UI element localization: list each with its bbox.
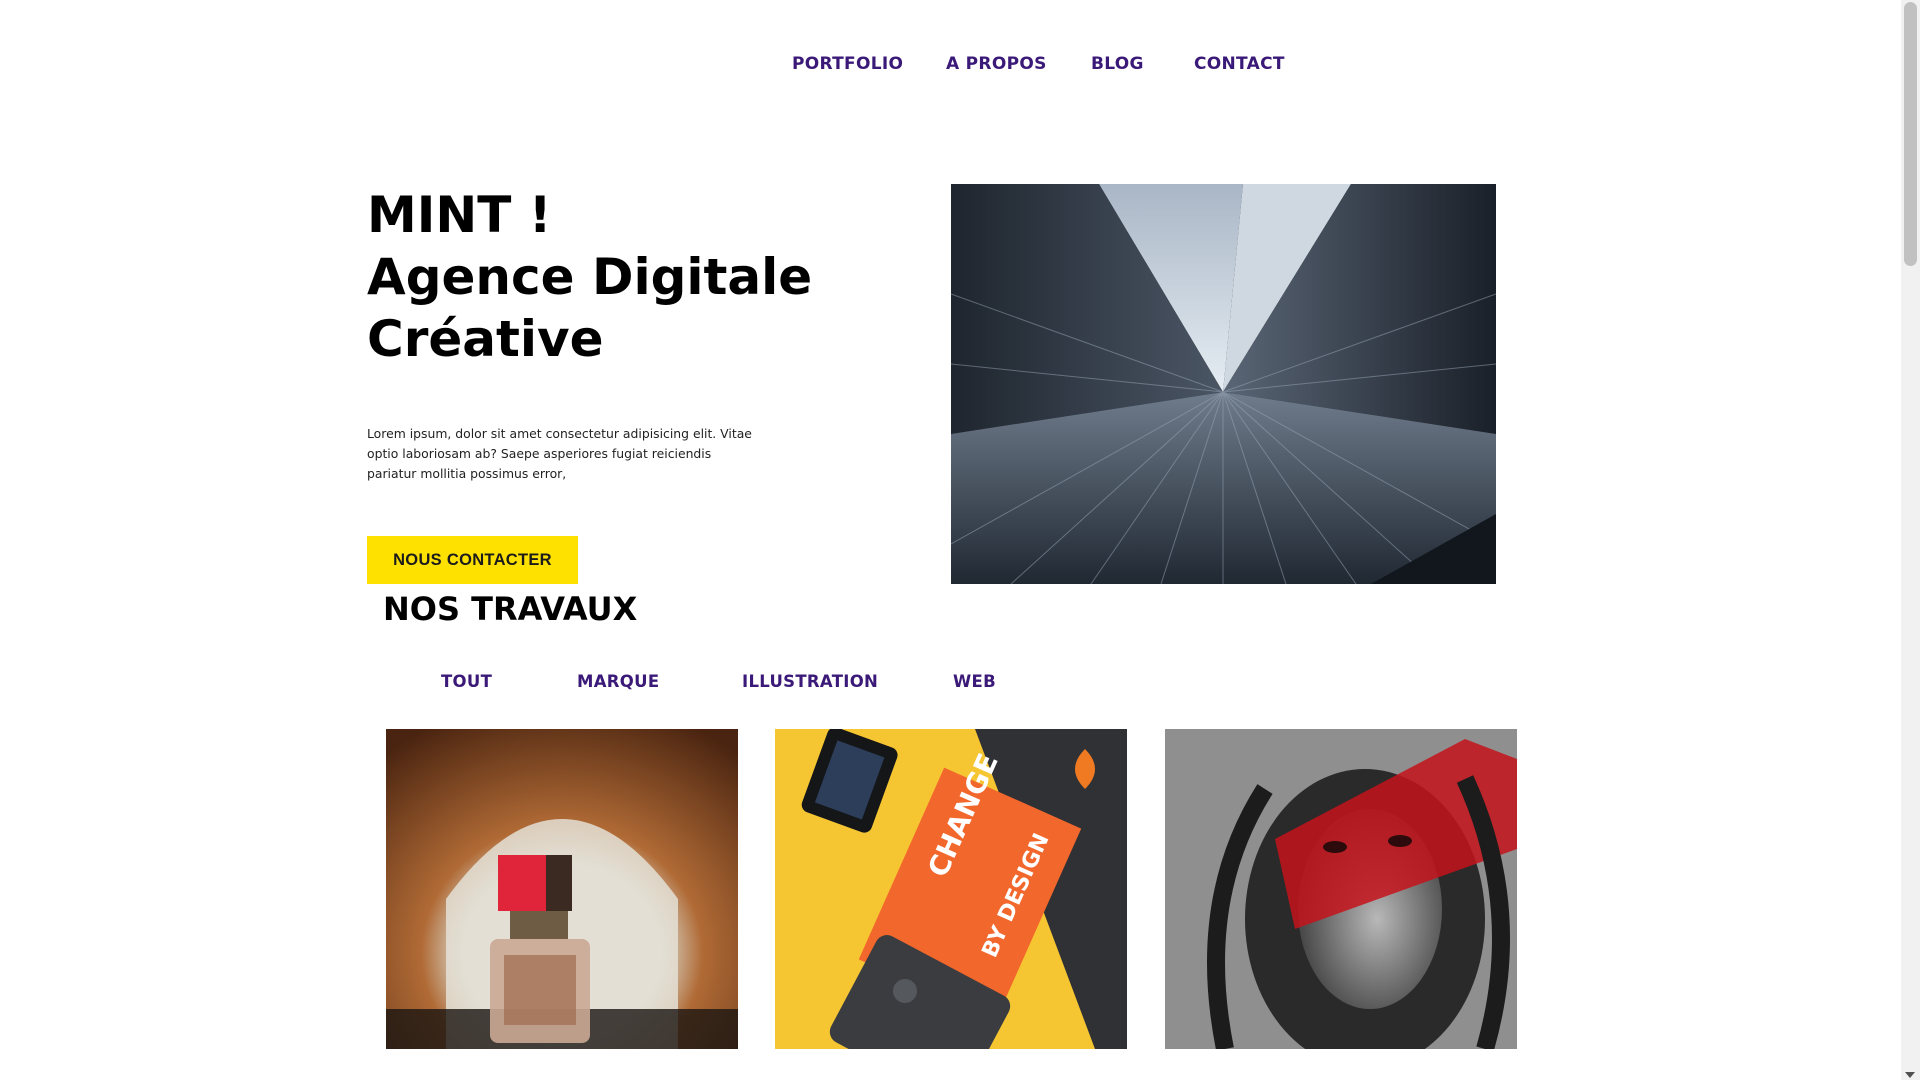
nav-item-portfolio[interactable]: PORTFOLIO bbox=[792, 54, 903, 74]
filter-marque[interactable]: MARQUE bbox=[577, 672, 659, 691]
filter-tout[interactable]: TOUT bbox=[441, 672, 492, 691]
nav-item-a-propos[interactable]: A PROPOS bbox=[946, 54, 1047, 74]
contact-us-button[interactable]: NOUS CONTACTER bbox=[367, 536, 578, 584]
nav-item-blog[interactable]: BLOG bbox=[1091, 54, 1144, 74]
hero-title-line-3: Créative bbox=[367, 310, 604, 368]
nav-item-contact[interactable]: CONTACT bbox=[1194, 54, 1285, 74]
hero-title-line-2: Agence Digitale bbox=[367, 248, 813, 306]
hero-description: Lorem ipsum, dolor sit amet consectetur … bbox=[367, 426, 752, 481]
scrollbar-thumb[interactable] bbox=[1904, 2, 1917, 266]
works-section-title: NOS TRAVAUX bbox=[383, 590, 638, 628]
hero-title: MINT ! Agence Digitale Créative bbox=[367, 184, 812, 370]
portfolio-card-perfume[interactable] bbox=[386, 729, 738, 1049]
portfolio-card-design-book[interactable]: CHANGE BY DESIGN bbox=[775, 729, 1127, 1049]
filter-web[interactable]: WEB bbox=[953, 672, 996, 691]
page-scrollbar[interactable] bbox=[1901, 0, 1920, 1080]
works-filter-bar: TOUT MARQUE ILLUSTRATION WEB bbox=[0, 672, 1900, 694]
hero-title-line-1: MINT ! bbox=[367, 186, 552, 244]
portfolio-card-portrait[interactable] bbox=[1165, 729, 1517, 1049]
scroll-down-arrow-icon[interactable] bbox=[1905, 1072, 1915, 1078]
main-nav: PORTFOLIO A PROPOS BLOG CONTACT bbox=[0, 54, 1900, 78]
hero-building-image bbox=[951, 184, 1496, 584]
filter-illustration[interactable]: ILLUSTRATION bbox=[742, 672, 878, 691]
